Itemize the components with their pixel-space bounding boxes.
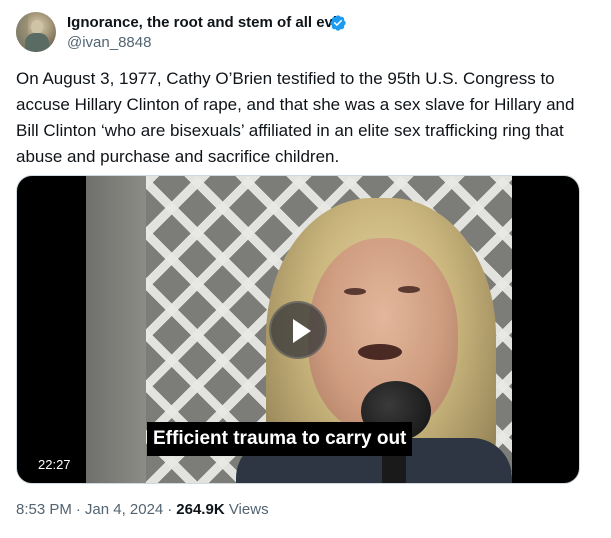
video-caption: Efficient trauma to carry out [147, 422, 413, 456]
video-player[interactable]: Efficient trauma to carry out 22:27 [16, 175, 580, 484]
tweet-time[interactable]: 8:53 PM [16, 501, 72, 518]
speaker-mouth [358, 344, 402, 360]
tweet-date[interactable]: Jan 4, 2024 [85, 501, 163, 518]
speaker-eye-right [398, 286, 420, 293]
play-icon [293, 319, 311, 343]
views-label: Views [228, 501, 269, 518]
author-display-name[interactable]: Ignorance, the root and stem of all evil [67, 14, 341, 31]
tweet: Ignorance, the root and stem of all evil… [0, 0, 611, 538]
tweet-meta: 8:53 PM · Jan 4, 2024 · 264.9K Views [16, 501, 269, 518]
play-button[interactable] [269, 301, 327, 359]
avatar-body [25, 33, 49, 52]
views-count: 264.9K [176, 501, 225, 518]
verified-badge-icon [330, 15, 346, 31]
author-handle[interactable]: @ivan_8848 [67, 34, 151, 51]
avatar[interactable] [16, 12, 56, 52]
avatar-face [31, 20, 43, 34]
meta-separator: · [75, 501, 81, 518]
tweet-text: On August 3, 1977, Cathy O’Brien testifi… [16, 69, 575, 166]
speaker-eye-left [344, 288, 366, 295]
wall-panel [86, 176, 146, 483]
video-duration: 22:27 [38, 457, 71, 472]
meta-separator: · [167, 501, 173, 518]
